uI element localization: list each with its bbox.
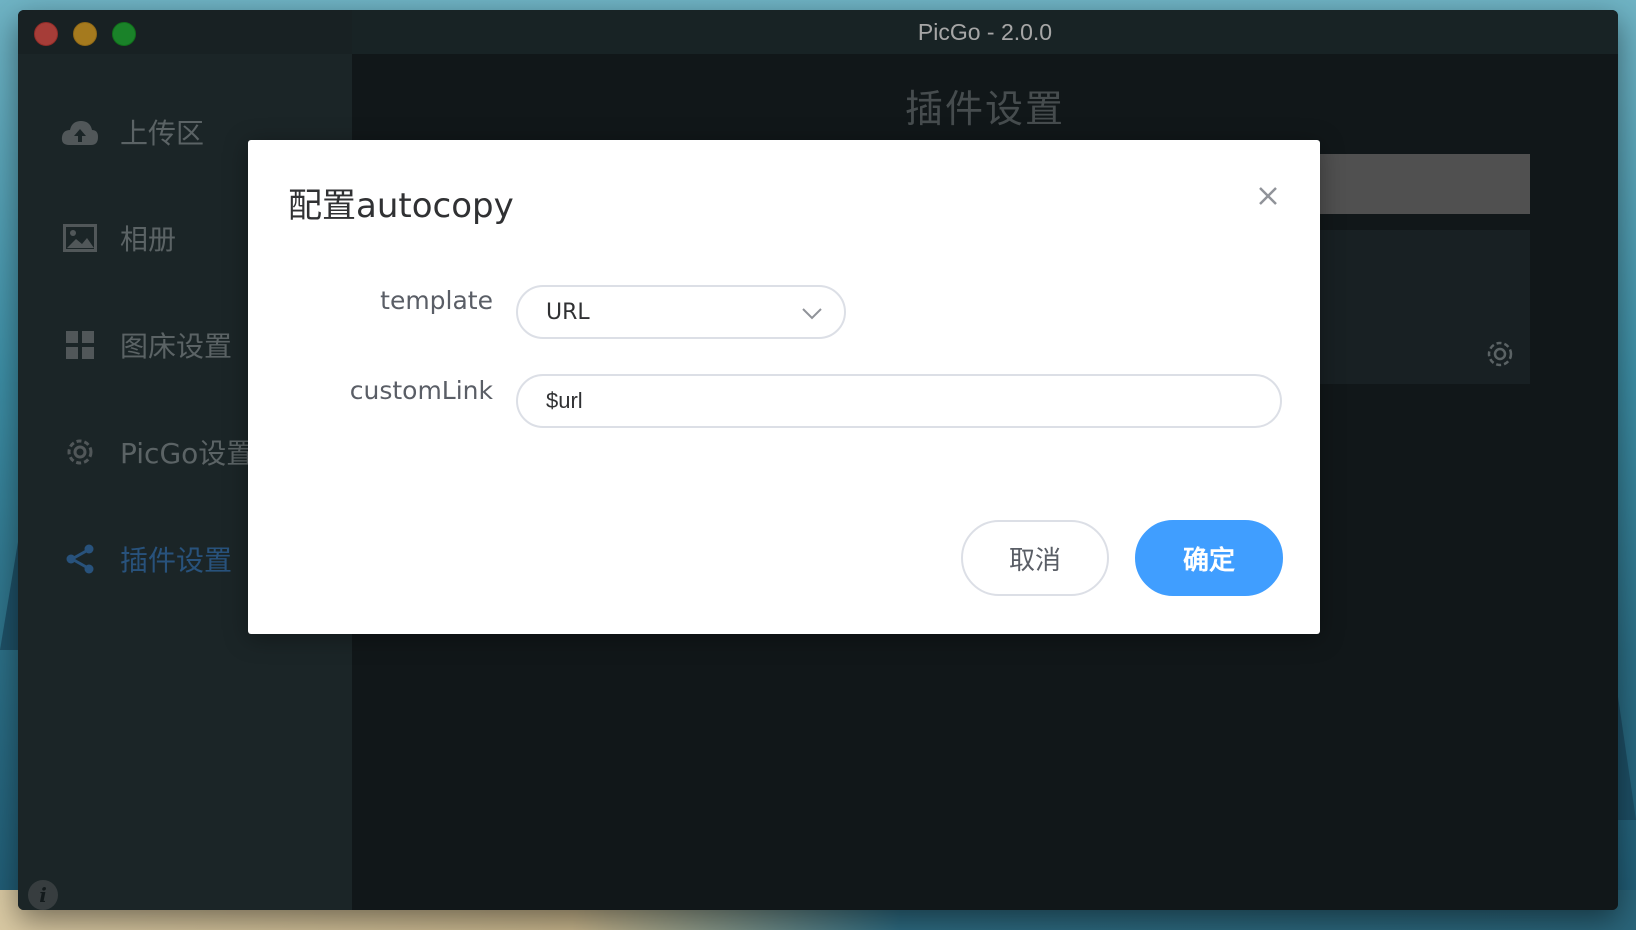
custom-link-label: customLink	[349, 376, 493, 405]
config-dialog: 配置autocopy template URL customLink 取消 确定	[248, 140, 1320, 634]
custom-link-input[interactable]	[516, 374, 1282, 428]
chevron-down-icon	[800, 301, 824, 325]
dialog-title: 配置autocopy	[288, 186, 514, 226]
close-icon[interactable]	[1252, 180, 1284, 212]
template-label: template	[380, 286, 493, 315]
template-select-value: URL	[546, 299, 590, 325]
confirm-button[interactable]: 确定	[1135, 520, 1283, 596]
template-select[interactable]: URL	[516, 285, 846, 339]
cancel-button[interactable]: 取消	[961, 520, 1109, 596]
